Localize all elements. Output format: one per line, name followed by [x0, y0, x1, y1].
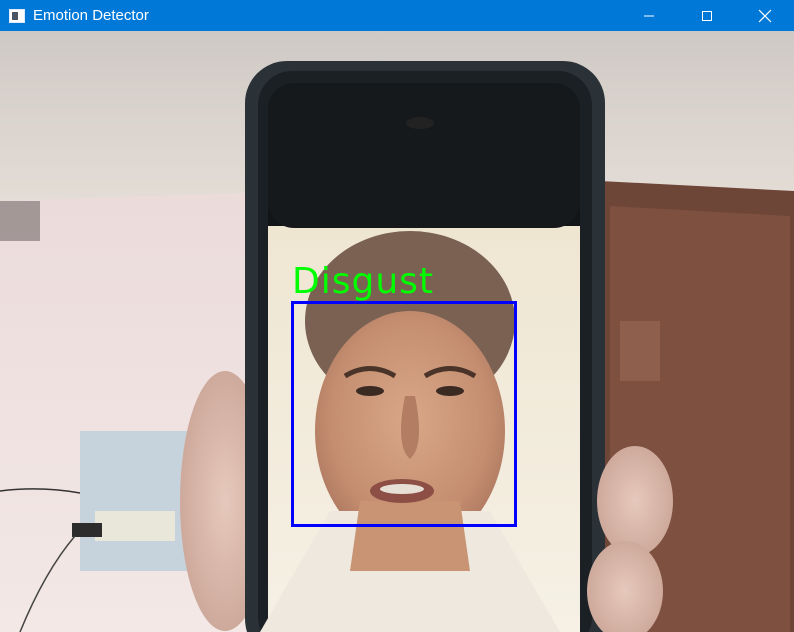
- title-bar[interactable]: Emotion Detector: [0, 0, 794, 31]
- maximize-button[interactable]: [678, 0, 736, 31]
- webcam-feed: Disgust: [0, 31, 794, 632]
- minimize-icon: [644, 15, 654, 16]
- window-controls: [620, 0, 794, 31]
- minimize-button[interactable]: [620, 0, 678, 31]
- face-bounding-box: [291, 301, 517, 527]
- window-title: Emotion Detector: [33, 7, 149, 24]
- app-window: Emotion Detector Disgust: [0, 0, 794, 632]
- app-window-icon: [9, 8, 25, 23]
- close-button[interactable]: [736, 0, 794, 31]
- close-icon: [758, 9, 772, 22]
- maximize-icon: [702, 10, 712, 21]
- emotion-label: Disgust: [292, 261, 435, 302]
